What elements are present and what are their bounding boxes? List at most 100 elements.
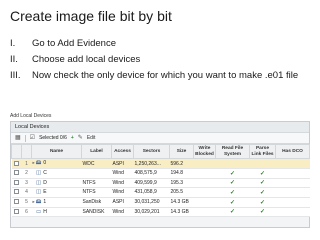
parse-link-files-cell[interactable]: ✓	[249, 187, 276, 198]
step-number: I.	[10, 38, 16, 49]
hard-drive-icon: 🖴	[35, 198, 42, 205]
column-header-write-blocked[interactable]: Write Blocked	[193, 144, 216, 159]
checkbox[interactable]	[14, 208, 19, 214]
table-row[interactable]: 6 ▭ H SANDISK Wind 30,029,201 14.3 GB ✓ ✓	[11, 207, 310, 217]
checkbox[interactable]	[14, 170, 19, 176]
table-row[interactable]: 4 ◫ E NTFS Wind 431,058,9 205.5 ✓ ✓	[11, 187, 310, 198]
device-name: H	[43, 208, 47, 215]
parse-link-files-cell[interactable]: ✓	[249, 168, 276, 179]
device-name-cell[interactable]: ▸🖴 0	[31, 158, 82, 169]
device-name-cell[interactable]: ▭ H	[31, 207, 82, 217]
check-icon[interactable]: ✓	[251, 170, 275, 177]
row-checkbox[interactable]	[11, 178, 22, 188]
device-name: C	[43, 170, 47, 177]
step-text: Now check the only device for which you …	[32, 70, 299, 81]
column-header-name[interactable]: Name	[31, 144, 82, 159]
has-dco-cell	[275, 178, 310, 188]
hard-drive-icon: 🖴	[35, 160, 42, 166]
row-checkbox[interactable]	[11, 168, 22, 179]
row-checkbox[interactable]	[11, 207, 22, 217]
parse-link-files-cell[interactable]: ✓	[249, 207, 276, 217]
device-label: NTFS	[81, 178, 112, 188]
plus-icon[interactable]: +	[71, 135, 74, 141]
device-name-cell[interactable]: ◫ E	[31, 187, 82, 198]
grid-view-icon[interactable]: ▦	[15, 135, 21, 141]
row-index: 3	[21, 178, 32, 188]
expand-icon[interactable]: ▸	[33, 160, 35, 165]
device-sectors: 1,250,263...	[133, 158, 170, 169]
device-access: ASPI	[111, 158, 134, 169]
write-blocked-cell[interactable]	[193, 187, 216, 198]
column-header-has-dco[interactable]: Has DCO	[275, 144, 310, 159]
table-row[interactable]: 5 ▸🖴 1 SanDisk ASPI 30,031,250 14.3 GB ✓ ✓	[11, 197, 310, 208]
device-name: 1	[43, 198, 47, 205]
read-file-system-cell[interactable]: ✓	[215, 197, 250, 208]
device-name-cell[interactable]: ◫ C	[31, 168, 82, 179]
check-icon[interactable]: ✓	[217, 189, 249, 196]
device-access: Wind	[111, 168, 134, 179]
checkbox[interactable]	[14, 189, 19, 195]
read-file-system-cell[interactable]: ✓	[215, 207, 250, 217]
row-checkbox[interactable]	[11, 197, 22, 208]
row-index: 6	[21, 207, 32, 217]
partition-icon: ◫	[36, 189, 42, 196]
check-icon[interactable]: ✓	[217, 208, 249, 215]
table-row[interactable]: 3 ◫ D NTFS Wind 409,599,9 195.3 ✓ ✓	[11, 178, 310, 188]
device-sectors: 30,031,250	[133, 197, 170, 208]
column-header-access[interactable]: Access	[111, 144, 134, 159]
write-blocked-cell[interactable]	[193, 158, 216, 169]
read-file-system-cell[interactable]: ✓	[215, 187, 250, 198]
write-blocked-cell[interactable]	[193, 197, 216, 208]
has-dco-cell	[275, 158, 310, 169]
checkbox[interactable]	[14, 160, 19, 166]
device-name-cell[interactable]: ▸🖴 1	[31, 197, 82, 208]
check-icon[interactable]: ✓	[251, 199, 275, 206]
parse-link-files-cell[interactable]	[249, 158, 276, 169]
check-icon[interactable]: ✓	[251, 189, 275, 196]
column-header-parse-link-files[interactable]: Parse Link Files	[249, 144, 276, 159]
write-blocked-cell[interactable]	[193, 168, 216, 179]
read-file-system-cell[interactable]: ✓	[215, 168, 250, 179]
parse-link-files-cell[interactable]: ✓	[249, 197, 276, 208]
check-icon[interactable]: ✓	[217, 199, 249, 206]
check-icon[interactable]: ✓	[217, 170, 249, 177]
partition-icon: ◫	[36, 170, 42, 177]
column-header-check[interactable]	[11, 144, 22, 159]
table-row[interactable]: 2 ◫ C Wind 408,575,9 194.8 ✓ ✓	[11, 168, 310, 179]
device-sectors: 409,599,9	[133, 178, 170, 188]
check-icon[interactable]: ✓	[251, 179, 275, 186]
device-sectors: 431,058,9	[133, 187, 170, 198]
table-row[interactable]: 1 ▸🖴 0 WDC ASPI 1,250,263... 596.2	[11, 158, 310, 169]
read-file-system-cell[interactable]: ✓	[215, 178, 250, 188]
row-index: 4	[21, 187, 32, 198]
write-blocked-cell[interactable]	[193, 178, 216, 188]
checkbox[interactable]	[14, 179, 19, 185]
has-dco-cell	[275, 197, 310, 208]
column-header-read-file-system[interactable]: Read File System	[215, 144, 250, 159]
expand-icon[interactable]: ▸	[33, 199, 35, 204]
checkbox[interactable]	[14, 199, 19, 205]
parse-link-files-cell[interactable]: ✓	[249, 178, 276, 188]
has-dco-cell	[275, 187, 310, 198]
column-header-sectors[interactable]: Sectors	[133, 144, 170, 159]
edit-button[interactable]: Edit	[87, 135, 96, 141]
dialog-title: Add Local Devices	[10, 113, 52, 119]
select-all-icon[interactable]: ☑	[30, 135, 35, 141]
check-icon[interactable]: ✓	[251, 208, 275, 215]
step-item: II. Choose add local devices	[10, 54, 310, 66]
edit-icon[interactable]: ✎	[78, 135, 83, 141]
row-checkbox[interactable]	[11, 187, 22, 198]
table-header-row: Name Label Access Sectors Size Write Blo…	[11, 144, 310, 159]
device-size: 14.3 GB	[169, 197, 194, 208]
read-file-system-cell[interactable]	[215, 158, 250, 169]
column-header-size[interactable]: Size	[169, 144, 194, 159]
device-name-cell[interactable]: ◫ D	[31, 178, 82, 188]
row-index: 5	[21, 197, 32, 208]
step-item: III. Now check the only device for which…	[10, 70, 310, 82]
row-checkbox[interactable]	[11, 158, 22, 169]
check-icon[interactable]: ✓	[217, 179, 249, 186]
column-header-label[interactable]: Label	[81, 144, 112, 159]
write-blocked-cell[interactable]	[193, 207, 216, 217]
